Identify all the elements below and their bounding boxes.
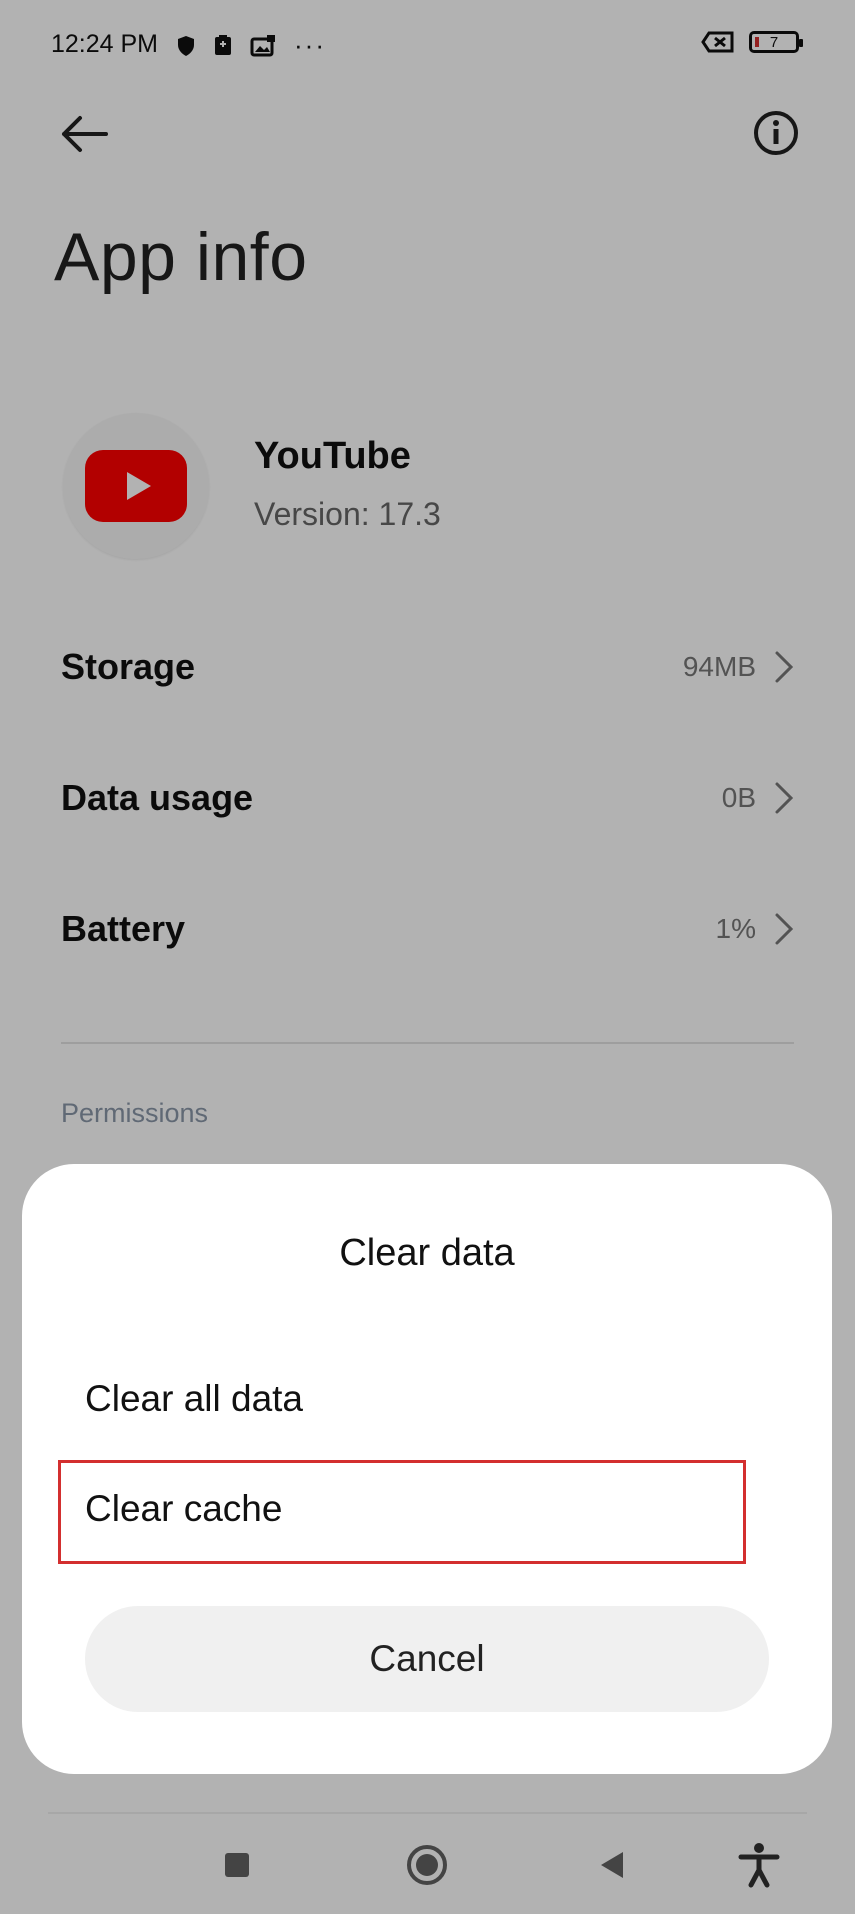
app-info-screen: 12:24 PM ··· 7 App info YouTube Version:… [0, 0, 855, 1914]
accessibility-icon [738, 1843, 780, 1888]
recents-square-icon [225, 1853, 249, 1877]
clear-data-dialog: Clear data Clear all data Clear cache Ca… [22, 1164, 832, 1774]
cancel-button[interactable]: Cancel [85, 1606, 769, 1712]
back-button[interactable] [596, 1840, 628, 1890]
dialog-title: Clear data [339, 1232, 515, 1274]
home-button[interactable] [404, 1840, 450, 1890]
back-triangle-icon [601, 1852, 623, 1878]
clear-cache-option[interactable]: Clear cache [85, 1488, 282, 1530]
recents-button[interactable] [222, 1840, 252, 1890]
accessibility-button[interactable] [736, 1840, 782, 1890]
home-circle-icon [407, 1845, 447, 1885]
clear-all-data-option[interactable]: Clear all data [85, 1378, 303, 1420]
